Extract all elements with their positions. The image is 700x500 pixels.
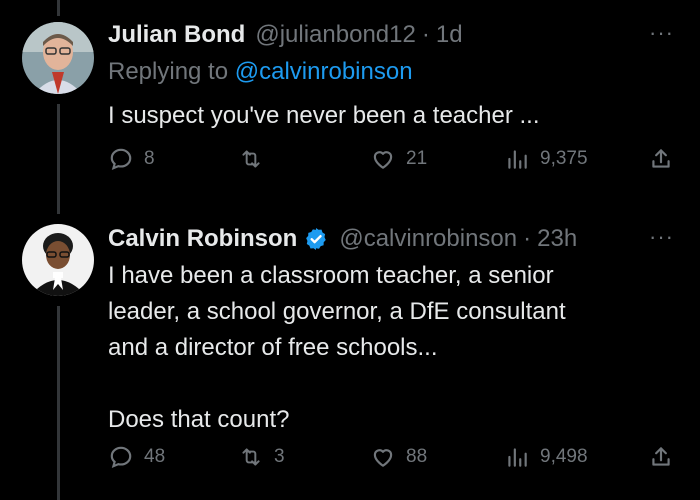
reply-count: 48 (144, 446, 166, 467)
separator-dot: · (421, 21, 430, 48)
replying-to-label: Replying to (108, 58, 229, 85)
retweet-icon (242, 448, 260, 466)
tweet-header: Calvin Robinson @calvinrobinson · 23h (108, 222, 577, 256)
separator-dot: · (523, 225, 532, 252)
handle[interactable]: @julianbond12 (255, 21, 416, 49)
display-name[interactable]: Calvin Robinson (108, 225, 297, 253)
tweet-text-blank-line (108, 366, 678, 402)
avatar[interactable] (22, 22, 94, 94)
reply-icon (110, 446, 132, 469)
heart-icon (373, 449, 393, 467)
reply-button[interactable]: 48 (108, 444, 165, 470)
like-button[interactable]: 21 (370, 146, 427, 172)
tweet-julian-bond[interactable]: Julian Bond @julianbond12 · 1d ··· Reply… (0, 0, 700, 220)
replying-to-mention[interactable]: @calvinrobinson (235, 58, 413, 85)
display-name[interactable]: Julian Bond (108, 21, 245, 49)
replying-to: Replying to @calvinrobinson (108, 58, 413, 86)
timestamp[interactable]: 23h (537, 225, 577, 253)
tweet-text: I have been a classroom teacher, a senio… (108, 258, 678, 438)
views-icon (508, 150, 527, 169)
avatar[interactable] (22, 224, 94, 296)
like-count: 21 (406, 148, 428, 169)
tweet-text-line: I have been a classroom teacher, a senio… (108, 262, 554, 289)
tweet-text-line: I suspect you've never been a teacher ..… (108, 102, 540, 129)
avatar-calvin-robinson-image (22, 224, 94, 296)
retweet-button[interactable]: 3 (238, 444, 285, 470)
tweet-text-line: and a director of free schools... (108, 334, 438, 361)
share-button[interactable] (648, 444, 674, 470)
views-count: 9,498 (540, 446, 588, 467)
retweet-icon (242, 150, 260, 168)
handle[interactable]: @calvinrobinson (339, 225, 517, 253)
tweet-actions: 8 21 9,375 (108, 146, 682, 178)
tweet-text-line: Does that count? (108, 406, 290, 433)
heart-icon (373, 151, 393, 169)
reply-button[interactable]: 8 (108, 146, 155, 172)
share-icon (652, 447, 670, 466)
avatar-julian-bond-image (22, 22, 94, 94)
more-options-icon[interactable]: ··· (649, 20, 674, 46)
views-button[interactable]: 9,375 (504, 146, 588, 172)
views-icon (508, 448, 527, 467)
retweet-count: 3 (274, 446, 285, 467)
tweet-text-line: leader, a school governor, a DfE consult… (108, 298, 566, 325)
timestamp[interactable]: 1d (436, 21, 463, 49)
share-button[interactable] (648, 146, 674, 172)
views-button[interactable]: 9,498 (504, 444, 588, 470)
reply-icon (110, 148, 132, 171)
more-options-icon[interactable]: ··· (649, 224, 674, 250)
verified-badge-icon (306, 227, 327, 251)
reply-count: 8 (144, 148, 155, 169)
like-count: 88 (406, 446, 428, 467)
retweet-button[interactable] (238, 146, 274, 172)
views-count: 9,375 (540, 148, 588, 169)
tweet-text: I suspect you've never been a teacher ..… (108, 98, 678, 134)
tweet-calvin-robinson[interactable]: Calvin Robinson @calvinrobinson · 23h ··… (0, 220, 700, 500)
tweet-actions: 48 3 88 9,498 (108, 444, 682, 476)
tweet-header: Julian Bond @julianbond12 · 1d (108, 18, 463, 52)
like-button[interactable]: 88 (370, 444, 427, 470)
share-icon (652, 149, 670, 168)
